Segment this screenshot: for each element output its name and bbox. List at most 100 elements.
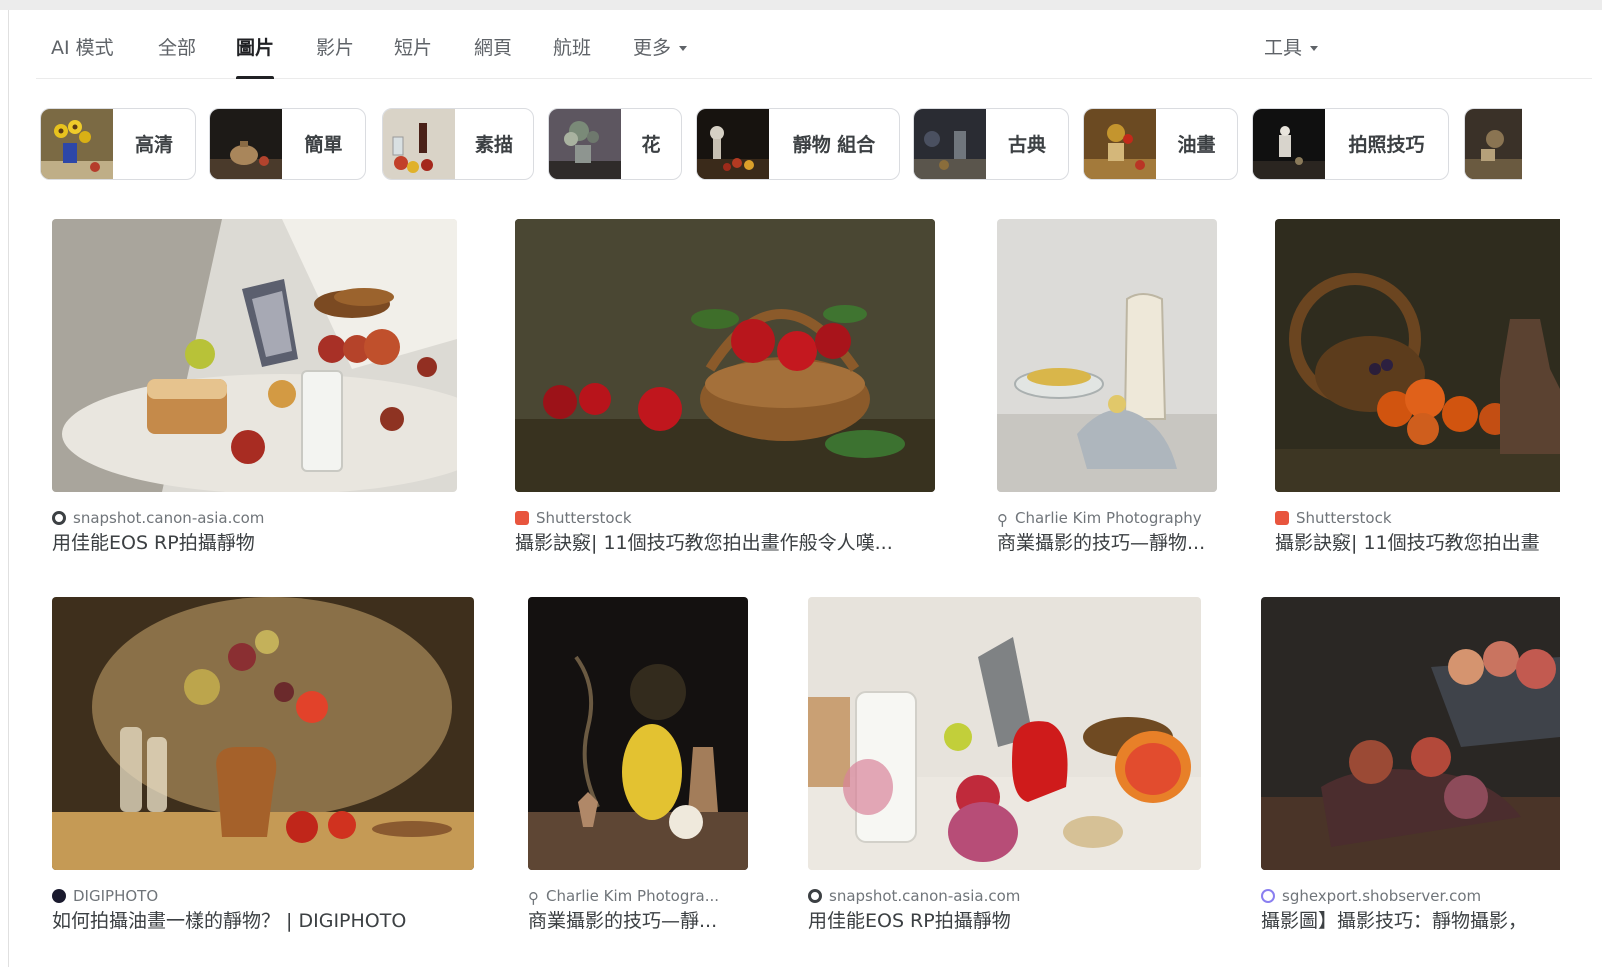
chip-thumbnail (210, 109, 282, 179)
result-title[interactable]: 用佳能EOS RP拍攝靜物 (52, 529, 457, 557)
result-photo (1275, 219, 1560, 492)
chip-label: 花 (641, 134, 661, 156)
result-photo (808, 597, 1201, 870)
result-card[interactable]: Shutterstock 攝影訣竅| 11個技巧教您拍出畫作般令人嘆... (515, 219, 935, 564)
chip-hd[interactable]: 高清 (40, 108, 196, 180)
result-source[interactable]: ⚲ Charlie Kim Photography (997, 507, 1229, 529)
chip-sketch[interactable]: 素描 (382, 108, 534, 180)
result-card[interactable]: DIGIPHOTO 如何拍攝油畫一樣的靜物？ | DIGIPHOTO (52, 597, 477, 942)
chip-still-life-combo[interactable]: 靜物 組合 (696, 108, 900, 180)
result-card[interactable]: snapshot.canon-asia.com 用佳能EOS RP拍攝靜物 (808, 597, 1203, 942)
top-strip (0, 0, 1602, 10)
tab-label: 短片 (394, 37, 433, 59)
chip-photo-tips[interactable]: 拍照技巧 (1252, 108, 1449, 180)
tab-web[interactable]: 網頁 (474, 33, 512, 78)
tab-ai-mode[interactable]: AI 模式 (51, 33, 114, 78)
result-title[interactable]: 商業攝影的技巧—靜物... (997, 529, 1229, 557)
source-label: Charlie Kim Photogra... (546, 887, 720, 905)
result-title[interactable]: 攝影圖】攝影技巧：靜物攝影， (1261, 907, 1560, 935)
tab-label: AI 模式 (51, 37, 114, 59)
result-card[interactable]: ⚲ Charlie Kim Photography 商業攝影的技巧—靜物... (997, 219, 1229, 564)
result-meta: snapshot.canon-asia.com 用佳能EOS RP拍攝靜物 (808, 885, 1203, 935)
result-meta: sghexport.shobserver.com 攝影圖】攝影技巧：靜物攝影， (1261, 885, 1560, 935)
result-image[interactable] (52, 219, 457, 492)
result-title[interactable]: 用佳能EOS RP拍攝靜物 (808, 907, 1203, 935)
chip-label: 古典 (1007, 134, 1046, 156)
result-title[interactable]: 如何拍攝油畫一樣的靜物？ | DIGIPHOTO (52, 907, 477, 935)
result-photo (52, 597, 474, 870)
chip-thumbnail (1253, 109, 1325, 179)
result-title[interactable]: 攝影訣竅| 11個技巧教您拍出畫作般令人嘆... (515, 529, 935, 557)
result-meta: Shutterstock 攝影訣竅| 11個技巧教您拍出畫 (1275, 507, 1560, 557)
site-favicon-icon (52, 511, 66, 525)
chip-label: 油畫 (1177, 134, 1216, 156)
result-meta: snapshot.canon-asia.com 用佳能EOS RP拍攝靜物 (52, 507, 457, 557)
tab-videos[interactable]: 影片 (316, 33, 354, 78)
result-image[interactable] (1261, 597, 1560, 870)
result-source[interactable]: Shutterstock (1275, 507, 1560, 529)
tab-shorts[interactable]: 短片 (394, 33, 432, 78)
result-photo (997, 219, 1217, 492)
result-meta: Shutterstock 攝影訣竅| 11個技巧教您拍出畫作般令人嘆... (515, 507, 935, 557)
chip-label: 靜物 組合 (792, 134, 876, 156)
result-image[interactable] (808, 597, 1201, 870)
chip-thumbnail (914, 109, 986, 179)
chip-flower[interactable]: 花 (548, 108, 682, 180)
tab-label: 圖片 (236, 37, 275, 59)
result-photo (1261, 597, 1560, 870)
result-photo (52, 219, 457, 492)
chip-label: 拍照技巧 (1348, 134, 1425, 156)
tab-label: 影片 (316, 37, 355, 59)
chip-label: 簡單 (304, 134, 343, 156)
tab-more[interactable]: 更多 (633, 33, 688, 78)
result-source[interactable]: snapshot.canon-asia.com (808, 885, 1203, 907)
result-source[interactable]: ⚲ Charlie Kim Photogra... (528, 885, 750, 907)
tab-flights[interactable]: 航班 (553, 33, 591, 78)
chip-thumbnail (549, 109, 621, 179)
chevron-down-icon (1310, 46, 1319, 51)
result-title[interactable]: 商業攝影的技巧—靜... (528, 907, 750, 935)
source-label: DIGIPHOTO (73, 887, 159, 905)
tools-button[interactable]: 工具 (1264, 33, 1319, 78)
source-label: Shutterstock (1296, 509, 1392, 527)
result-image[interactable] (528, 597, 748, 870)
source-label: snapshot.canon-asia.com (829, 887, 1021, 905)
source-label: sghexport.shobserver.com (1282, 887, 1482, 905)
result-meta: DIGIPHOTO 如何拍攝油畫一樣的靜物？ | DIGIPHOTO (52, 885, 477, 935)
result-image[interactable] (1275, 219, 1560, 492)
chip-label: 高清 (134, 134, 173, 156)
result-card[interactable]: snapshot.canon-asia.com 用佳能EOS RP拍攝靜物 (52, 219, 457, 564)
result-card[interactable]: Shutterstock 攝影訣竅| 11個技巧教您拍出畫 (1275, 219, 1560, 564)
tab-label: 網頁 (474, 37, 513, 59)
shutterstock-icon (515, 511, 529, 525)
tab-all[interactable]: 全部 (158, 33, 196, 78)
chevron-down-icon (679, 46, 688, 51)
result-image[interactable] (997, 219, 1217, 492)
chip-classical[interactable]: 古典 (913, 108, 1069, 180)
result-image[interactable] (515, 219, 935, 492)
result-source[interactable]: sghexport.shobserver.com (1261, 885, 1560, 907)
result-source[interactable]: Shutterstock (515, 507, 935, 529)
result-card[interactable]: ⚲ Charlie Kim Photogra... 商業攝影的技巧—靜... (528, 597, 750, 942)
result-meta: ⚲ Charlie Kim Photography 商業攝影的技巧—靜物... (997, 507, 1229, 557)
chip-thumbnail (41, 109, 113, 179)
result-card[interactable]: sghexport.shobserver.com 攝影圖】攝影技巧：靜物攝影， (1261, 597, 1560, 942)
source-label: snapshot.canon-asia.com (73, 509, 265, 527)
result-meta: ⚲ Charlie Kim Photogra... 商業攝影的技巧—靜... (528, 885, 750, 935)
chip-thumbnail (697, 109, 769, 179)
chip-oil-painting[interactable]: 油畫 (1083, 108, 1238, 180)
result-title[interactable]: 攝影訣竅| 11個技巧教您拍出畫 (1275, 529, 1560, 557)
result-photo (528, 597, 748, 870)
chip-partial[interactable] (1464, 108, 1522, 180)
result-image[interactable] (52, 597, 474, 870)
tab-images[interactable]: 圖片 (236, 33, 275, 79)
site-favicon-icon (52, 889, 66, 903)
result-source[interactable]: DIGIPHOTO (52, 885, 477, 907)
result-source[interactable]: snapshot.canon-asia.com (52, 507, 457, 529)
chip-thumbnail (383, 109, 455, 179)
left-border (8, 10, 9, 967)
result-photo (515, 219, 935, 492)
chip-simple[interactable]: 簡單 (209, 108, 366, 180)
location-pin-icon: ⚲ (528, 889, 539, 907)
source-label: Shutterstock (536, 509, 632, 527)
